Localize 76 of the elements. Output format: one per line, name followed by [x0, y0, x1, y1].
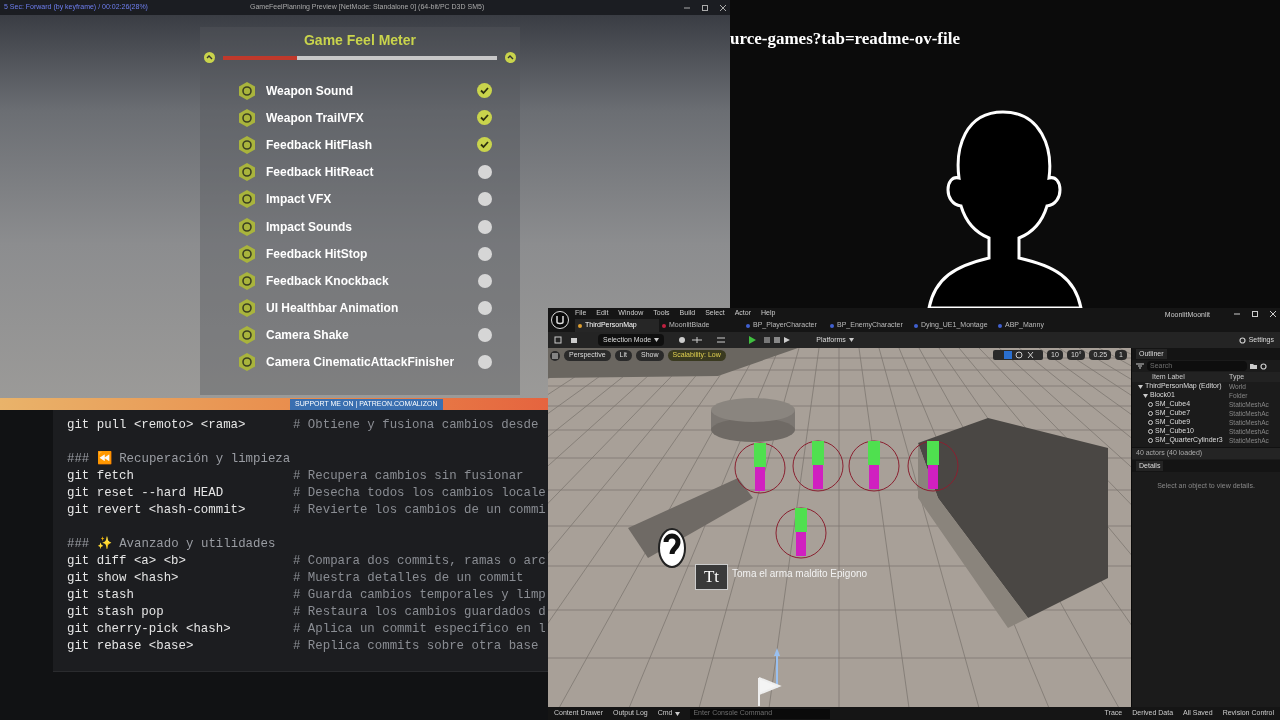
feature-label: Camera CinematicAttackFinisher: [266, 354, 456, 372]
code-comment: # Desecha todos los cambios locale: [293, 485, 546, 502]
code-command: git reset --hard HEAD: [67, 485, 225, 502]
feature-label: Weapon Sound: [266, 82, 355, 100]
code-command: git rebase <base>: [67, 638, 195, 655]
code-comment: # Aplica un commit específico en l: [293, 621, 546, 638]
feature-icon: [238, 108, 256, 127]
feature-label: Feedback HitFlash: [266, 136, 374, 154]
feature-label: Impact VFX: [266, 191, 333, 209]
feature-icon: [238, 217, 256, 236]
code-comment: # Muestra detalles de un commit: [293, 570, 524, 587]
feature-icon: [238, 299, 256, 318]
settings-icon: [1238, 336, 1246, 344]
engine-logo-icon: [551, 311, 569, 329]
character-drawing: [775, 507, 827, 559]
meter-title: Game Feel Meter: [303, 31, 417, 50]
code-comment: # Obtiene y fusiona cambios desde: [293, 417, 539, 434]
code-command: git show <hash>: [67, 570, 180, 587]
transform-tools-icon: [993, 350, 1044, 360]
code-command: git stash: [67, 587, 135, 604]
caret-icon: [654, 338, 660, 342]
feature-icon: [238, 326, 256, 345]
code-comment: # Compara dos commits, ramas o arc: [293, 553, 546, 570]
url-text: urce-games?tab=readme-ov-file: [730, 28, 960, 50]
code-command: git fetch: [67, 468, 135, 485]
feature-label: Feedback HitReact: [266, 164, 375, 182]
code-command: git stash pop: [67, 604, 165, 621]
feature-icon: [238, 163, 256, 182]
minimize-icon: [684, 4, 690, 11]
code-comment: # Recupera cambios sin fusionar: [293, 468, 524, 485]
feature-icon: [238, 244, 256, 263]
feature-label: Feedback HitStop: [266, 245, 369, 263]
feature-label: Weapon TrailVFX: [266, 109, 365, 127]
code-command: git cherry-pick <hash>: [67, 621, 232, 638]
feature-label: Impact Sounds: [266, 218, 353, 236]
caret-icon: [675, 711, 681, 716]
code-comment: # Replica commits sobre otra base: [293, 638, 539, 655]
viewport-caption: Toma el arma maldito Epigono: [732, 567, 868, 581]
code-comment: # Revierte los cambios de un commi: [293, 502, 546, 519]
close-icon: [1270, 311, 1276, 317]
arrow-circle-icon: [204, 52, 215, 63]
character-drawing: [907, 440, 959, 492]
settings-icon: [1260, 362, 1267, 370]
feature-icon: [238, 353, 256, 372]
feature-label: Camera Shake: [266, 327, 350, 345]
caret-icon: [848, 338, 854, 342]
new-folder-icon: [1250, 362, 1257, 370]
help-marker-icon: [658, 528, 686, 568]
feature-label: UI Healthbar Animation: [266, 300, 400, 318]
character-drawing: [734, 442, 786, 494]
code-command: git revert <hash-commit>: [67, 502, 247, 519]
code-command: git diff <a> <b>: [67, 553, 187, 570]
arrow-circle-icon: [505, 52, 516, 63]
folder-icon: [570, 336, 578, 344]
feature-icon: [238, 190, 256, 209]
play-icon: [748, 336, 757, 344]
code-heading: ### ✨ Avanzado y utilidades: [67, 536, 276, 553]
code-comment: # Guarda cambios temporales y limp: [293, 587, 546, 604]
character-drawing: [848, 440, 900, 492]
text-render-icon: Tt: [695, 564, 728, 590]
maximize-icon: [1252, 311, 1258, 317]
maximize-icon: [702, 4, 708, 11]
feature-label: Feedback Knockback: [266, 272, 390, 290]
close-icon: [720, 4, 726, 11]
save-icon: [554, 336, 562, 344]
cinematics-icon: [716, 336, 727, 344]
code-comment: # Restaura los cambios guardados d: [293, 604, 546, 621]
feature-icon: [238, 81, 256, 100]
minimize-icon: [1234, 311, 1240, 317]
menu-icon: [550, 350, 560, 361]
filter-icon: [1136, 363, 1144, 369]
character-drawing: [792, 440, 844, 492]
feature-icon: [238, 135, 256, 154]
code-heading: ### ⏪ Recuperación y limpieza: [67, 451, 291, 468]
feature-icon: [238, 271, 256, 290]
code-command: git pull <remoto> <rama>: [67, 417, 247, 434]
